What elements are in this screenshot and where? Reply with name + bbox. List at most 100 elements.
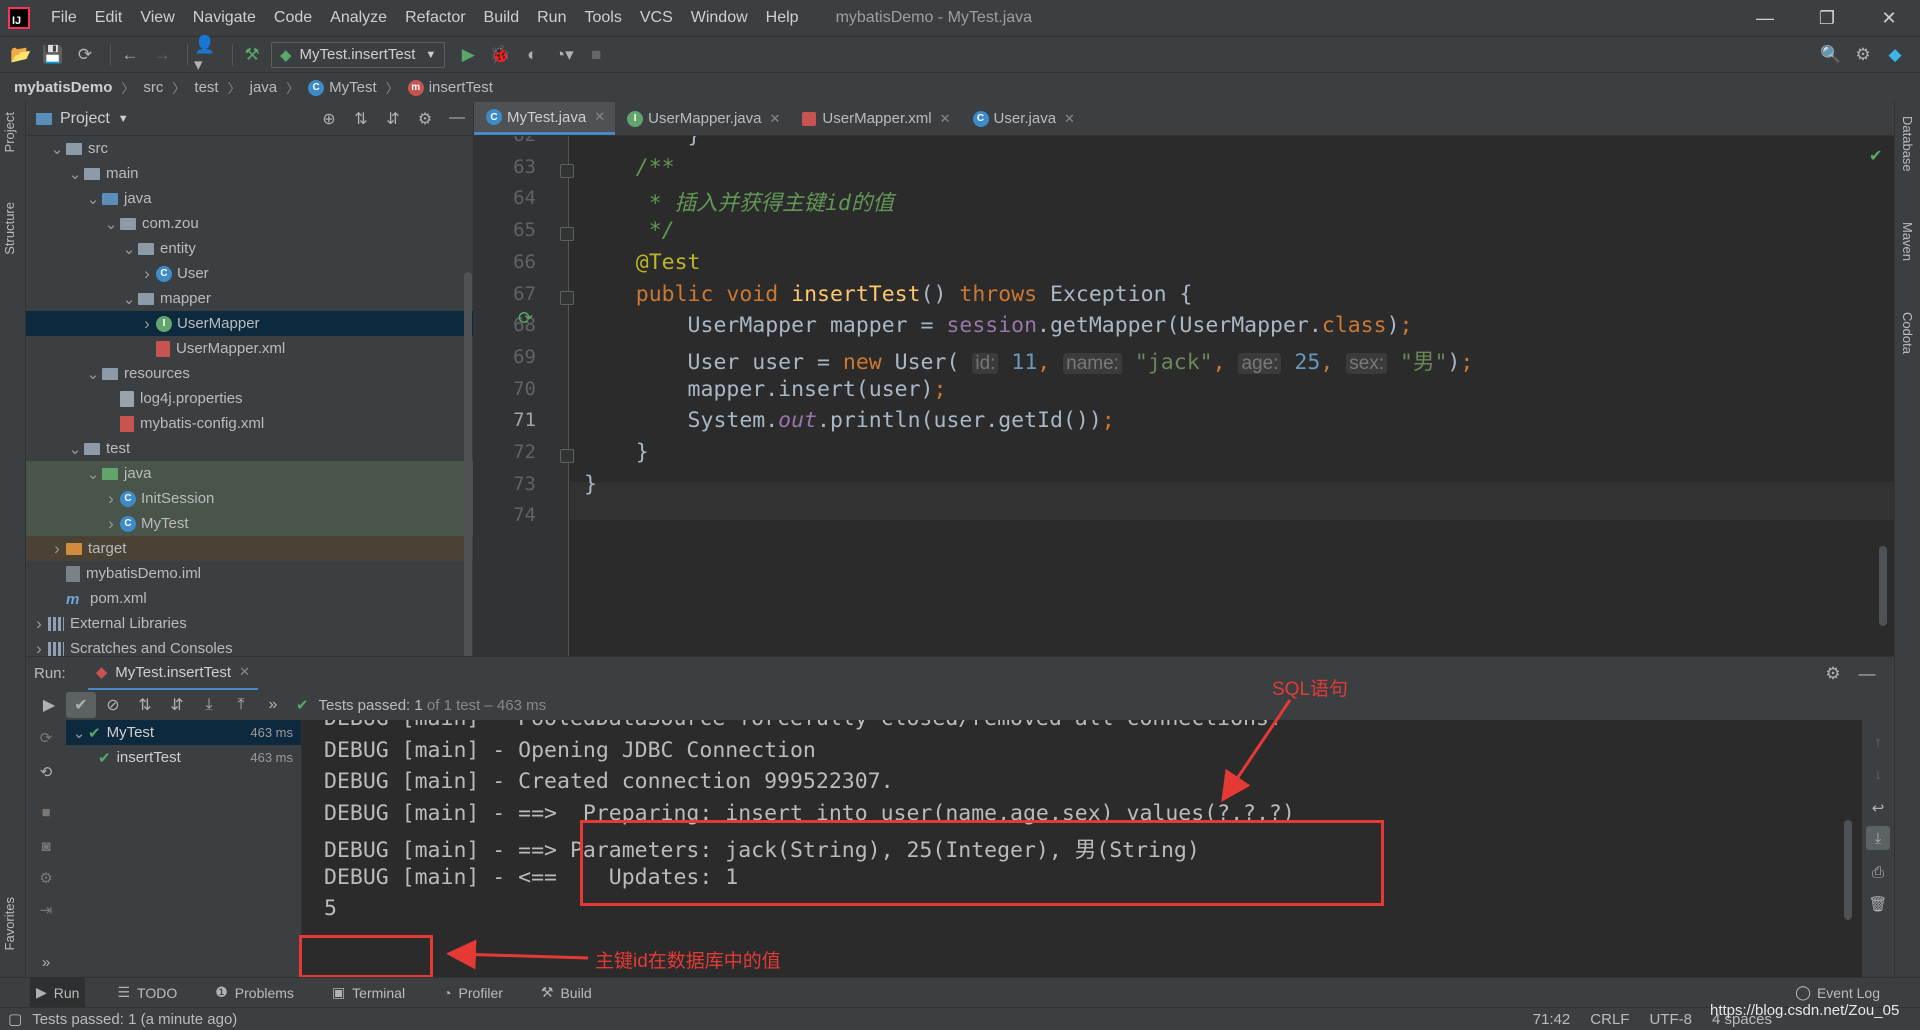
tree-item[interactable]: ⌄ resources [26, 361, 473, 386]
jetbrains-toolbox-icon[interactable]: ◆ [1882, 42, 1908, 68]
toggle-auto-test-icon[interactable]: ⟲ [34, 760, 58, 784]
expand-all-icon[interactable]: ⤓ [194, 692, 224, 718]
console-scrollbar[interactable] [1844, 820, 1852, 920]
menu-item-file[interactable]: File [42, 9, 86, 27]
open-folder-icon[interactable]: 📂 [8, 42, 34, 68]
project-scrollbar[interactable] [464, 272, 472, 662]
maven-tool-tab[interactable]: Maven [1900, 222, 1915, 261]
more-icon[interactable]: » [258, 692, 288, 718]
breadcrumb-method[interactable]: m insertTest [407, 79, 493, 96]
chevron-down-icon[interactable]: ⌄ [102, 215, 120, 233]
menu-item-tools[interactable]: Tools [575, 9, 630, 27]
minimize-button[interactable]: — [1734, 8, 1796, 29]
tree-item[interactable]: › C MyTest [26, 511, 473, 536]
coverage-icon[interactable]: ◐ [519, 42, 545, 68]
sort-alpha-icon[interactable]: ⇅ [130, 692, 160, 718]
profile-icon[interactable]: ◔▾ [551, 42, 577, 68]
project-panel-title[interactable]: Project [60, 110, 110, 128]
expand-all-icon[interactable]: ⇅ [345, 109, 377, 129]
chevron-right-icon[interactable]: › [30, 614, 48, 634]
collapse-all-icon[interactable]: ⇵ [377, 109, 409, 129]
search-icon[interactable]: 🔍 [1818, 42, 1844, 68]
chevron-right-icon[interactable]: › [48, 539, 66, 559]
sort-duration-icon[interactable]: ⇵ [162, 692, 192, 718]
fold-marker-icon[interactable] [560, 449, 574, 463]
dump-threads-icon[interactable]: ◙ [34, 834, 58, 858]
database-tool-tab[interactable]: Database [1900, 116, 1915, 172]
gear-icon[interactable]: ⚙ [409, 109, 441, 129]
structure-tool-tab[interactable]: Structure [2, 202, 17, 255]
tree-item[interactable]: ⌄ com.zou [26, 211, 473, 236]
debug-icon[interactable]: 🐞 [487, 42, 513, 68]
down-arrow-icon[interactable]: ↓ [1866, 762, 1890, 786]
tree-item[interactable]: › target [26, 536, 473, 561]
tree-item[interactable]: mybatisDemo.iml [26, 561, 473, 586]
chevron-down-icon[interactable]: ⌄ [84, 465, 102, 483]
editor-tab-usermapper-java[interactable]: I UserMapper.java ✕ [615, 102, 790, 135]
tree-item[interactable]: ⌄ test [26, 436, 473, 461]
bottom-tool-todo[interactable]: ☰ TODO [111, 978, 183, 1008]
fold-marker-icon[interactable] [560, 163, 574, 178]
tree-item[interactable]: ⌄ src [26, 136, 473, 161]
rerun-failed-icon[interactable]: ⟳ [34, 726, 58, 750]
chevron-down-icon[interactable]: ⌄ [48, 140, 66, 158]
breadcrumb-src[interactable]: src [143, 79, 163, 96]
hide-icon[interactable]: — [1850, 664, 1884, 684]
close-icon[interactable]: ✕ [770, 111, 781, 127]
clear-all-icon[interactable]: 🗑 [1866, 892, 1890, 916]
event-log[interactable]: ◯ Event Log [1795, 984, 1880, 1001]
exit-icon[interactable]: ⇥ [34, 898, 58, 922]
bottom-tool-profiler[interactable]: ◔ Profiler [437, 978, 509, 1008]
run-icon[interactable]: ▶ [455, 42, 481, 68]
status-toggle-icon[interactable]: ▢ [8, 1010, 22, 1028]
run-configuration-select[interactable]: ◆ MyTest.insertTest ▼ [271, 41, 446, 68]
menu-item-edit[interactable]: Edit [86, 9, 132, 27]
close-icon[interactable]: ✕ [239, 664, 250, 680]
save-all-icon[interactable]: 💾 [40, 42, 66, 68]
breadcrumb-test[interactable]: test [194, 79, 218, 96]
tree-item[interactable]: › C InitSession [26, 486, 473, 511]
chevron-down-icon[interactable]: ⌄ [66, 165, 84, 183]
bottom-tool-problems[interactable]: ❶ Problems [209, 978, 300, 1008]
chevron-down-icon[interactable]: ⌄ [120, 290, 138, 308]
tree-item[interactable]: log4j.properties [26, 386, 473, 411]
caret-position[interactable]: 71:42 [1533, 1011, 1571, 1028]
close-icon[interactable]: ✕ [940, 111, 951, 127]
chevron-down-icon[interactable]: ▼ [118, 113, 129, 125]
menu-item-analyze[interactable]: Analyze [321, 9, 396, 27]
menu-item-window[interactable]: Window [682, 9, 757, 27]
rerun-icon[interactable]: ▶ [34, 692, 64, 718]
gear-icon[interactable]: ⚙ [1816, 664, 1850, 684]
chevron-right-icon[interactable]: › [102, 489, 120, 509]
chevron-down-icon[interactable]: ⌄ [120, 240, 138, 258]
restore-button[interactable]: ❐ [1796, 8, 1858, 29]
tree-item[interactable]: › External Libraries [26, 611, 473, 636]
build-hammer-icon[interactable]: ⚒ [239, 42, 265, 68]
tree-item[interactable]: › C User [26, 261, 473, 286]
more-icon[interactable]: » [34, 950, 58, 974]
project-tool-tab[interactable]: Project [2, 112, 17, 152]
forward-icon[interactable]: → [149, 42, 175, 68]
fold-marker-icon[interactable] [560, 227, 574, 242]
breadcrumb-class[interactable]: C MyTest [308, 79, 377, 96]
hide-icon[interactable]: — [441, 109, 473, 129]
fold-marker-icon[interactable] [560, 290, 574, 305]
code-editor[interactable]: 62636465666768697071727374 ⟳ } /** * 插入并… [474, 136, 1894, 656]
collapse-all-icon[interactable]: ⤒ [226, 692, 256, 718]
menu-item-vcs[interactable]: VCS [631, 9, 682, 27]
tree-item[interactable]: ⌄ entity [26, 236, 473, 261]
soft-wrap-icon[interactable]: ↩ [1866, 796, 1890, 820]
editor-tab-user-java[interactable]: C User.java ✕ [961, 102, 1085, 135]
close-icon[interactable]: ✕ [594, 109, 605, 125]
chevron-down-icon[interactable]: ⌄ [66, 440, 84, 458]
stop-icon[interactable]: ■ [34, 800, 58, 824]
chevron-down-icon[interactable]: ⌄ [84, 190, 102, 208]
back-icon[interactable]: ← [117, 42, 143, 68]
bottom-tool-terminal[interactable]: ▣ Terminal [326, 978, 411, 1008]
show-ignored-icon[interactable]: ⊘ [98, 692, 128, 718]
sync-icon[interactable]: ⟳ [72, 42, 98, 68]
up-arrow-icon[interactable]: ↑ [1866, 730, 1890, 754]
tree-item[interactable]: ⌄ java [26, 186, 473, 211]
tree-item[interactable]: › I UserMapper [26, 311, 473, 336]
editor-tab-mytest-java[interactable]: C MyTest.java ✕ [474, 102, 616, 135]
